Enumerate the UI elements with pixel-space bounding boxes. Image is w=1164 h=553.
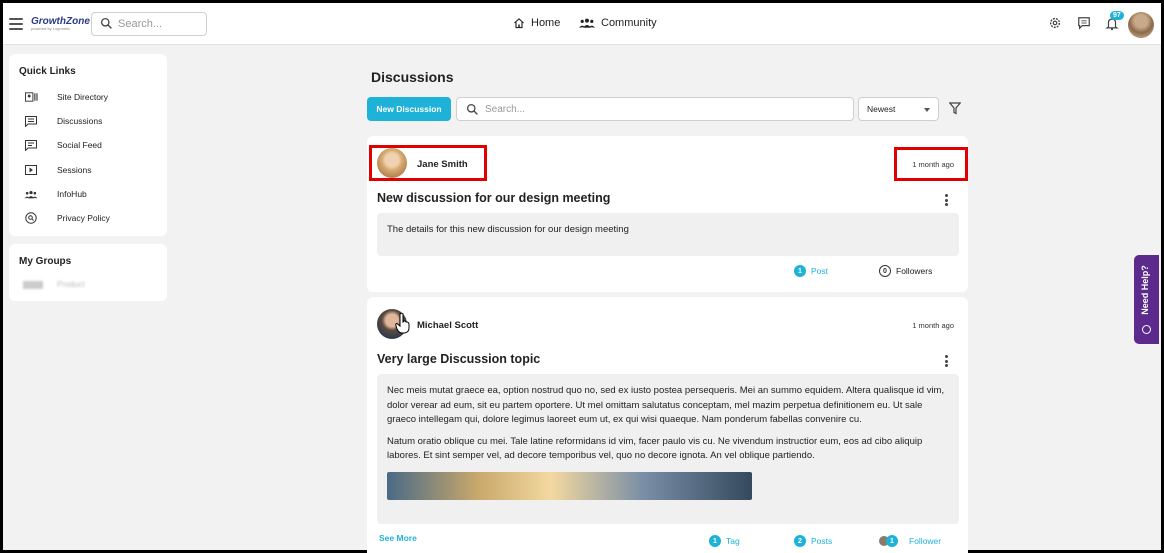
sidebar-item-label: Privacy Policy bbox=[57, 213, 110, 223]
sidebar-item-infohub[interactable]: InfoHub bbox=[23, 187, 87, 201]
highlight-author bbox=[369, 145, 487, 181]
more-options-icon[interactable] bbox=[945, 194, 948, 208]
sidebar-item-label: Social Feed bbox=[57, 140, 102, 150]
global-search[interactable] bbox=[91, 12, 207, 36]
tag-count[interactable]: 1 Tag bbox=[709, 535, 740, 547]
nav-community-label: Community bbox=[601, 17, 657, 29]
post-body: Nec meis mutat graece ea, option nostrud… bbox=[377, 374, 959, 524]
post-body: The details for this new discussion for … bbox=[377, 213, 959, 256]
menu-icon[interactable] bbox=[9, 18, 23, 33]
tag-count-badge: 1 bbox=[709, 535, 721, 547]
followers-count[interactable]: 0 Followers bbox=[879, 265, 932, 277]
directory-icon bbox=[24, 92, 38, 102]
quick-links-title: Quick Links bbox=[19, 66, 76, 77]
page-title: Discussions bbox=[371, 69, 454, 85]
post-image bbox=[387, 471, 752, 500]
post-timestamp: 1 month ago bbox=[912, 321, 954, 330]
filter-icon[interactable] bbox=[949, 102, 961, 115]
chat-icon[interactable] bbox=[1077, 16, 1091, 30]
nav-home-label: Home bbox=[531, 17, 561, 29]
post-title[interactable]: New discussion for our design meeting bbox=[377, 191, 610, 205]
see-more-link[interactable]: See More bbox=[379, 533, 417, 543]
nav-community[interactable]: Community bbox=[579, 17, 657, 29]
global-search-input[interactable] bbox=[118, 16, 202, 32]
sidebar-item-privacy-policy[interactable]: Privacy Policy bbox=[23, 211, 110, 225]
need-help-tab[interactable]: Need Help? bbox=[1134, 255, 1159, 344]
followers-count-badge: 0 bbox=[879, 265, 891, 277]
post-count[interactable]: 1 Post bbox=[794, 265, 828, 277]
followers-count-label: Followers bbox=[896, 266, 933, 276]
sidebar-item-label: Sessions bbox=[57, 165, 92, 175]
social-feed-icon bbox=[25, 139, 37, 151]
sort-select[interactable]: Newest bbox=[858, 97, 939, 121]
help-icon bbox=[1142, 325, 1151, 334]
nav-home[interactable]: Home bbox=[513, 17, 560, 29]
post-body-paragraph: Natum oratio oblique cu mei. Tale latine… bbox=[387, 435, 923, 462]
sidebar-item-label: Discussions bbox=[57, 116, 103, 126]
group-item-product[interactable]: Product bbox=[23, 280, 85, 289]
posts-count-label: Posts bbox=[811, 536, 833, 546]
logo[interactable]: GrowthZone powered by Lognomic bbox=[31, 16, 90, 31]
notification-badge: 97 bbox=[1110, 11, 1124, 20]
highlight-timestamp bbox=[894, 147, 968, 181]
author-name[interactable]: Michael Scott bbox=[417, 320, 478, 331]
new-discussion-button[interactable]: New Discussion bbox=[367, 97, 451, 121]
sidebar-item-discussions[interactable]: Discussions bbox=[23, 114, 102, 128]
home-icon bbox=[514, 18, 524, 29]
quick-links-panel: Quick Links Site Directory Discussions S… bbox=[9, 54, 167, 236]
post-count-badge: 1 bbox=[794, 265, 806, 277]
group-thumbnail bbox=[23, 280, 43, 289]
follower-count[interactable]: 1 Follower bbox=[879, 535, 941, 547]
hand-cursor-icon bbox=[395, 312, 410, 334]
search-icon bbox=[100, 17, 112, 29]
sidebar-item-label: Site Directory bbox=[57, 92, 109, 102]
need-help-label: Need Help? bbox=[1139, 265, 1150, 315]
sidebar-item-label: InfoHub bbox=[57, 189, 87, 199]
more-options-icon[interactable] bbox=[945, 355, 948, 369]
privacy-icon bbox=[25, 212, 37, 224]
group-item-label: Product bbox=[57, 280, 85, 289]
my-groups-title: My Groups bbox=[19, 256, 72, 267]
community-icon bbox=[579, 18, 595, 28]
sidebar-item-social-feed[interactable]: Social Feed bbox=[23, 138, 102, 152]
gear-icon[interactable] bbox=[1048, 16, 1062, 30]
tag-count-label: Tag bbox=[726, 536, 740, 546]
post-body-paragraph: Nec meis mutat graece ea, option nostrud… bbox=[387, 385, 945, 425]
discussion-search[interactable] bbox=[456, 97, 854, 121]
my-groups-panel: My Groups Product bbox=[9, 244, 167, 301]
discussion-search-input[interactable] bbox=[485, 102, 845, 117]
posts-count[interactable]: 2 Posts bbox=[794, 535, 832, 547]
sidebar-item-site-directory[interactable]: Site Directory bbox=[23, 90, 108, 104]
chevron-down-icon bbox=[924, 108, 930, 112]
user-avatar[interactable] bbox=[1128, 12, 1154, 38]
posts-count-badge: 2 bbox=[794, 535, 806, 547]
follower-count-label: Follower bbox=[909, 536, 942, 546]
follower-count-badge: 1 bbox=[886, 535, 898, 547]
search-icon bbox=[466, 103, 478, 115]
play-icon bbox=[25, 165, 37, 175]
sort-selected-value: Newest bbox=[867, 104, 896, 114]
post-title[interactable]: Very large Discussion topic bbox=[377, 352, 540, 366]
post-count-label: Post bbox=[811, 266, 829, 276]
people-icon bbox=[24, 190, 38, 198]
post-body-paragraph: The details for this new discussion for … bbox=[387, 224, 629, 235]
discussion-icon bbox=[25, 115, 37, 127]
top-bar: GrowthZone powered by Lognomic Home Comm… bbox=[3, 3, 1161, 45]
sidebar-item-sessions[interactable]: Sessions bbox=[23, 163, 92, 177]
discussion-card[interactable]: Michael Scott 1 month ago Very large Dis… bbox=[367, 297, 968, 553]
